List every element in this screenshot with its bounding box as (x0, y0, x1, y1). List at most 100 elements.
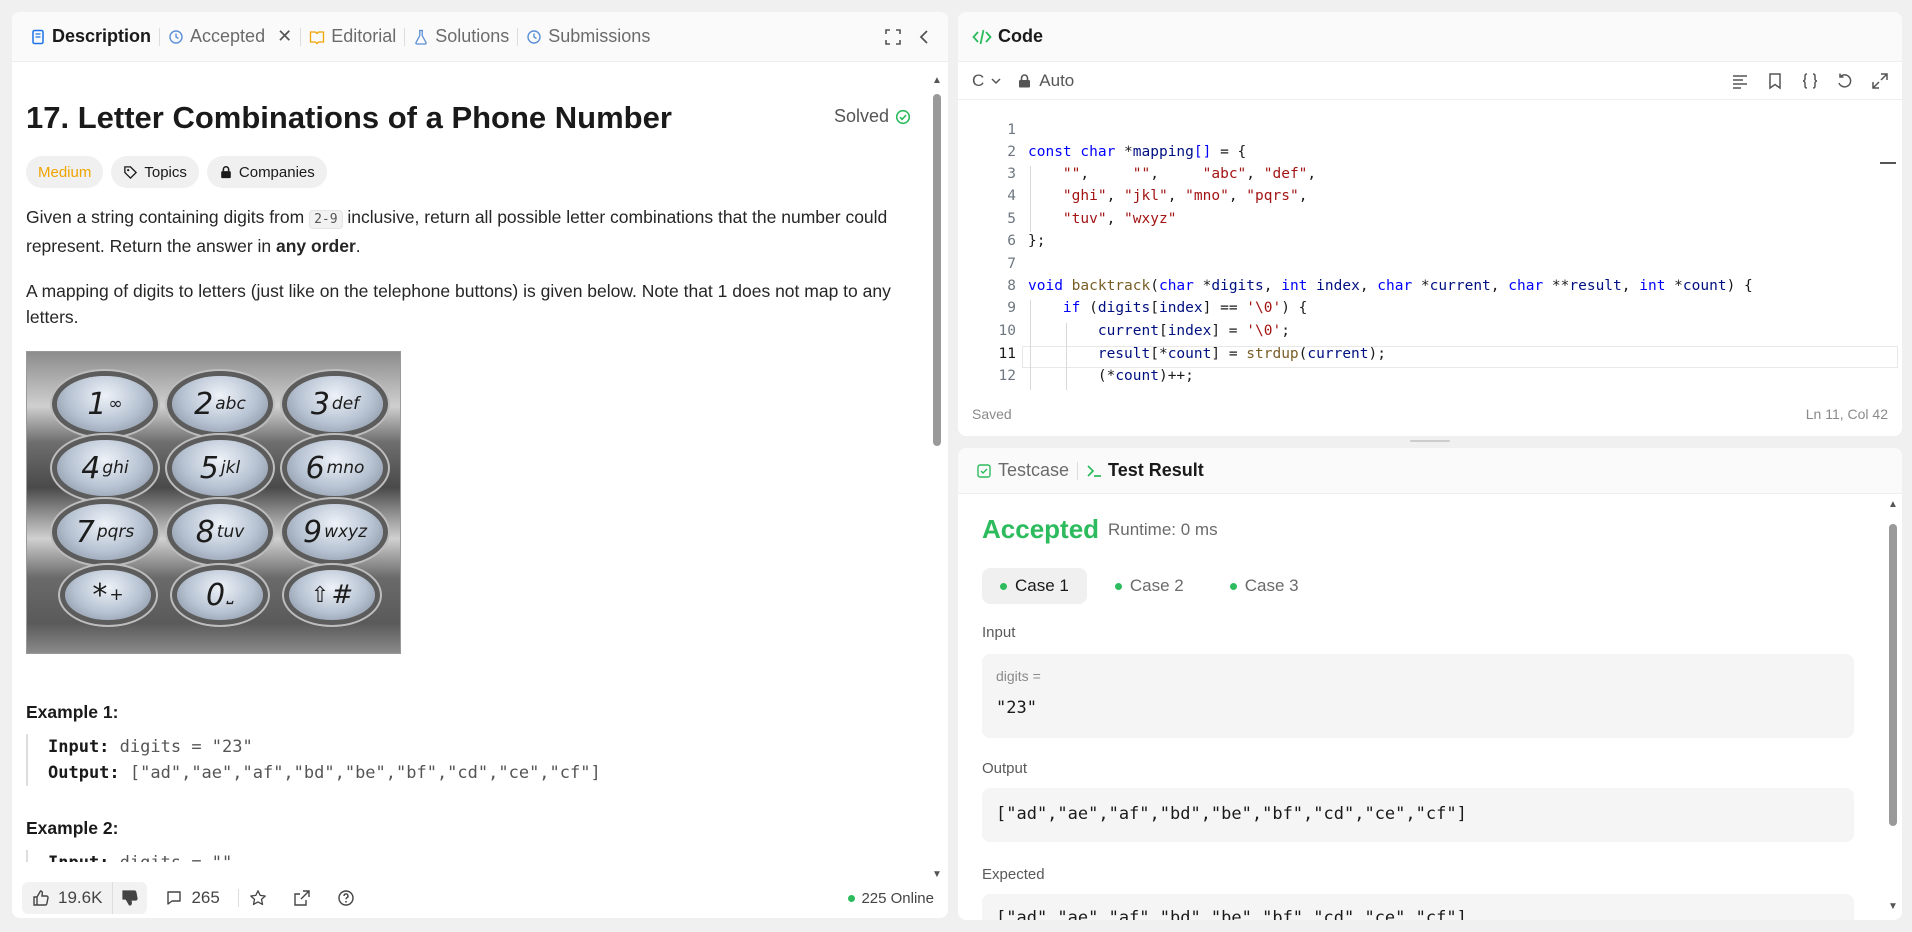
result-panel: Testcase Test Result Accepted Runtime: 0… (958, 448, 1902, 920)
scrollbar-thumb[interactable] (933, 94, 941, 446)
scrollbar-thumb[interactable] (1889, 524, 1897, 826)
comments-button[interactable]: 265 (157, 888, 227, 908)
tag-icon (124, 165, 138, 179)
like-count: 19.6K (58, 888, 103, 907)
question-icon (338, 890, 354, 906)
code-line: void backtrack(char *digits, int index, … (1028, 278, 1753, 294)
scroll-up-arrow-icon[interactable]: ▲ (932, 76, 942, 86)
star-icon (249, 890, 266, 906)
line-number: 9 (1007, 300, 1016, 316)
help-button[interactable] (327, 889, 365, 907)
code-line: result[*count] = strdup(current); (1097, 346, 1386, 362)
editor-statusbar: Saved Ln 11, Col 42 (972, 406, 1888, 422)
result-scrollbar[interactable]: ▲ ▼ (1888, 500, 1898, 912)
keypad-key: ⇧ # (289, 570, 375, 620)
description-panel: Description Accepted ✕ Editorial Solutio… (12, 12, 948, 918)
keypad-key: 7 pqrs (57, 504, 153, 560)
book-icon (310, 30, 325, 44)
case-label: Case 1 (1015, 576, 1069, 595)
tab-solutions[interactable]: Solutions (405, 12, 517, 62)
example-output-label: Output: (48, 763, 120, 783)
tag-row: Medium Topics Companies (26, 156, 327, 188)
like-button[interactable]: 19.6K (22, 882, 112, 914)
description-tabbar: Description Accepted ✕ Editorial Solutio… (12, 12, 948, 62)
keypad-key: 6 mno (287, 440, 383, 496)
desc-text: Given a string containing digits from (26, 207, 310, 227)
keypad-key: 2 abc (172, 376, 268, 432)
tab-submissions-label: Submissions (548, 26, 651, 46)
key-letters: ∞ (108, 394, 123, 414)
bookmark-icon[interactable] (1766, 72, 1784, 90)
key-letters: jkl (220, 458, 241, 478)
problem-description: Given a string containing digits from 2-… (26, 204, 926, 259)
example2-block: Input: digits = "" (26, 850, 232, 862)
phone-keypad-image: 1 ∞ 2 abc 3 def 4 ghi 5 jkl 6 mno 7 pqrs 8 tuv 9… (26, 351, 401, 654)
braces-icon[interactable] (1801, 72, 1819, 90)
desc-bold: any order (276, 236, 356, 256)
tab-description[interactable]: Description (22, 12, 159, 62)
expand-icon[interactable] (1871, 72, 1889, 90)
keypad-key: 0 ⎵ (177, 570, 263, 620)
line-number: 2 (1007, 144, 1016, 160)
collapse-chevron-icon[interactable] (914, 26, 936, 48)
scroll-down-arrow-icon[interactable]: ▼ (1888, 902, 1898, 912)
code-editor[interactable]: 1 2 3 4 5 6 7 8 9 10 11 12 const char *m… (958, 108, 1902, 390)
input-label: Input (982, 624, 1016, 641)
tab-test-result[interactable]: Test Result (1078, 448, 1212, 494)
result-tabbar: Testcase Test Result (958, 448, 1902, 494)
description-scrollbar[interactable]: ▲ ▼ (932, 76, 942, 888)
expected-label: Expected (982, 866, 1045, 883)
check-circle-icon (895, 109, 911, 124)
line-number: 5 (1007, 211, 1016, 227)
tab-testcase[interactable]: Testcase (968, 448, 1077, 494)
online-indicator: 225 Online (848, 890, 934, 907)
line-number: 1 (1007, 122, 1016, 138)
difficulty-badge: Medium (26, 156, 104, 188)
top-strip (0, 0, 1912, 10)
like-dislike-group: 19.6K (22, 882, 148, 914)
key-letters: pqrs (96, 522, 135, 542)
example1-block: Input: digits = "23" Output: ["ad","ae",… (26, 734, 601, 786)
tab-code[interactable]: Code (958, 26, 1043, 47)
online-dot-icon (848, 894, 856, 902)
key-letters: abc (215, 394, 246, 414)
auto-mode[interactable]: Auto (1018, 71, 1074, 91)
companies-label: Companies (238, 163, 315, 181)
tab-testcase-label: Testcase (998, 460, 1070, 480)
companies-button[interactable]: Companies (206, 156, 327, 188)
output-label: Output (982, 760, 1028, 777)
share-button[interactable] (287, 889, 317, 907)
document-icon (32, 29, 44, 44)
output-box: ["ad","ae","af","bd","be","bf","cd","ce"… (982, 788, 1854, 842)
language-select[interactable]: C (972, 71, 1002, 91)
format-icon[interactable] (1731, 72, 1749, 90)
dislike-button[interactable] (112, 882, 147, 914)
case-tab-3[interactable]: Case 3 (1212, 568, 1317, 604)
case-tab-2[interactable]: Case 2 (1097, 568, 1202, 604)
tab-submissions[interactable]: Submissions (518, 12, 658, 62)
line-number: 8 (1007, 278, 1016, 294)
panel-resize-handle[interactable] (1410, 440, 1450, 442)
cursor-position: Ln 11, Col 42 (1805, 406, 1888, 422)
fullscreen-icon[interactable] (882, 26, 904, 48)
tab-accepted[interactable]: Accepted ✕ (160, 12, 300, 62)
key-letters: mno (326, 458, 365, 478)
tab-editorial[interactable]: Editorial (301, 12, 404, 62)
runtime-text: Runtime: 0 ms (1108, 520, 1218, 539)
key-digit: 0 (206, 577, 226, 613)
tab-accepted-label: Accepted (190, 26, 266, 46)
key-digit: 8 (195, 514, 215, 550)
reset-icon[interactable] (1836, 72, 1854, 90)
history-icon (527, 29, 541, 44)
problem-title: 17. Letter Combinations of a Phone Numbe… (26, 100, 672, 135)
topics-button[interactable]: Topics (111, 156, 199, 188)
output-value: ["ad","ae","af","bd","be","bf","cd","ce"… (996, 804, 1467, 824)
case-tab-1[interactable]: Case 1 (982, 568, 1087, 604)
scroll-up-arrow-icon[interactable]: ▲ (1888, 500, 1898, 510)
close-icon[interactable]: ✕ (277, 26, 292, 47)
line-number: 4 (1007, 188, 1016, 204)
case-pass-dot-icon (1229, 582, 1237, 590)
example-input-value: digits = "23" (119, 737, 253, 757)
favorite-button[interactable] (237, 889, 277, 907)
flask-icon (415, 29, 427, 45)
